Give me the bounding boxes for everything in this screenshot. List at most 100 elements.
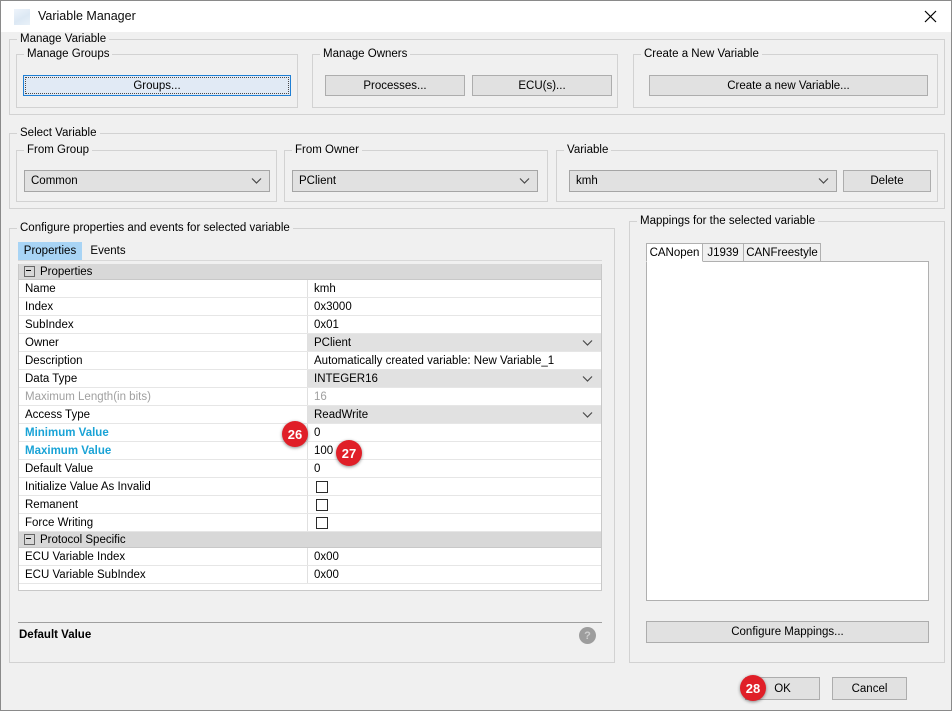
property-name: ECU Variable SubIndex	[19, 566, 308, 583]
mapping-tab-canopen[interactable]: CANopen	[646, 243, 703, 262]
property-value: 0x3000	[314, 301, 352, 313]
property-name: ECU Variable Index	[19, 548, 308, 565]
property-row[interactable]: Index0x3000	[19, 298, 601, 316]
property-value-cell[interactable]: 0	[308, 424, 601, 441]
property-value-cell[interactable]: 0x3000	[308, 298, 601, 315]
tab-events[interactable]: Events	[82, 242, 134, 260]
collapse-minus-icon[interactable]	[24, 534, 35, 545]
property-row[interactable]: Maximum Length(in bits)16	[19, 388, 601, 406]
variable-combo[interactable]: kmh	[569, 170, 837, 192]
close-icon[interactable]	[908, 1, 952, 31]
create-new-variable-button[interactable]: Create a new Variable...	[649, 75, 928, 96]
chevron-down-icon	[817, 175, 829, 187]
property-name: Maximum Value	[19, 442, 308, 459]
property-value: 0	[314, 427, 320, 439]
property-row[interactable]: Data TypeINTEGER16	[19, 370, 601, 388]
property-value-cell[interactable]: 0x00	[308, 548, 601, 565]
property-group-header[interactable]: Properties	[19, 264, 601, 280]
property-row[interactable]: Owner PClient	[19, 334, 601, 352]
mappings-content-panel	[646, 261, 929, 601]
property-row[interactable]: Initialize Value As Invalid	[19, 478, 601, 496]
checkbox-icon[interactable]	[316, 499, 328, 511]
mapping-tab-canfreestyle[interactable]: CANFreestyle	[743, 243, 821, 262]
properties-tabstrip: Properties Events	[18, 242, 602, 260]
title-bar: Variable Manager	[1, 1, 952, 32]
property-combo-cell[interactable]: PClient	[308, 334, 601, 351]
mapping-tab-j1939[interactable]: J1939	[702, 243, 744, 262]
property-grid[interactable]: Properties NamekmhIndex0x3000SubIndex0x01…	[18, 264, 602, 591]
property-name: Maximum Length(in bits)	[19, 388, 308, 405]
manage-groups-legend: Manage Groups	[24, 48, 112, 60]
property-value: ReadWrite	[314, 409, 368, 421]
property-row[interactable]: Access TypeReadWrite	[19, 406, 601, 424]
property-row[interactable]: DescriptionAutomatically created variabl…	[19, 352, 601, 370]
ecus-button[interactable]: ECU(s)...	[472, 75, 612, 96]
property-row[interactable]: SubIndex0x01	[19, 316, 601, 334]
property-group-label: Properties	[40, 266, 92, 278]
chevron-down-icon	[518, 175, 530, 187]
property-checkbox-cell[interactable]	[308, 514, 601, 531]
property-value-cell[interactable]: 0x00	[308, 566, 601, 583]
property-row[interactable]: Minimum Value 0	[19, 424, 601, 442]
checkbox-icon[interactable]	[316, 481, 328, 493]
property-value-cell[interactable]: 0x01	[308, 316, 601, 333]
help-icon[interactable]: ?	[579, 627, 596, 644]
property-row[interactable]: ECU Variable SubIndex 0x00	[19, 566, 601, 584]
description-title: Default Value	[19, 629, 91, 641]
configure-mappings-button[interactable]: Configure Mappings...	[646, 621, 929, 643]
collapse-minus-icon[interactable]	[24, 266, 35, 277]
property-name: Default Value	[19, 460, 308, 477]
from-group-value: Common	[25, 175, 78, 187]
annotation-badge-28: 28	[740, 675, 766, 701]
property-row[interactable]: Remanent	[19, 496, 601, 514]
from-owner-combo[interactable]: PClient	[292, 170, 538, 192]
property-group-header[interactable]: Protocol Specific	[19, 532, 601, 548]
mappings-legend: Mappings for the selected variable	[637, 215, 818, 227]
create-new-variable-legend: Create a New Variable	[641, 48, 762, 60]
property-value: 100	[314, 445, 333, 457]
property-value-cell[interactable]: kmh	[308, 280, 601, 297]
property-value-cell[interactable]: 16	[308, 388, 601, 405]
property-value: 0	[314, 463, 320, 475]
property-name: Minimum Value	[19, 424, 308, 441]
cancel-button[interactable]: Cancel	[832, 677, 907, 700]
chevron-down-icon[interactable]	[581, 337, 593, 349]
tab-properties[interactable]: Properties	[18, 242, 82, 260]
processes-button[interactable]: Processes...	[325, 75, 465, 96]
checkbox-icon[interactable]	[316, 517, 328, 529]
property-value: Automatically created variable: New Vari…	[314, 355, 554, 367]
variable-value: kmh	[570, 175, 598, 187]
property-name: Initialize Value As Invalid	[19, 478, 308, 495]
groups-button[interactable]: Groups...	[23, 75, 291, 96]
property-grid-empty-area	[19, 584, 601, 591]
manage-variable-legend: Manage Variable	[17, 33, 109, 45]
manage-owners-legend: Manage Owners	[320, 48, 410, 60]
annotation-badge-26: 26	[282, 421, 308, 447]
property-checkbox-cell[interactable]	[308, 478, 601, 495]
property-group-label: Protocol Specific	[40, 534, 126, 546]
property-row[interactable]: ECU Variable Index0x00	[19, 548, 601, 566]
property-value: PClient	[314, 337, 351, 349]
from-group-legend: From Group	[24, 144, 92, 156]
select-variable-legend: Select Variable	[17, 127, 100, 139]
property-checkbox-cell[interactable]	[308, 496, 601, 513]
variable-manager-window: Variable Manager Manage Variable Manage …	[0, 0, 952, 711]
property-name: Owner	[19, 334, 308, 351]
property-value: 0x01	[314, 319, 339, 331]
property-combo-cell[interactable]: ReadWrite	[308, 406, 601, 423]
app-icon	[14, 9, 30, 25]
property-value: kmh	[314, 283, 336, 295]
tab-label: Properties	[24, 245, 76, 257]
property-row[interactable]: Default Value 0	[19, 460, 601, 478]
property-value: 0x00	[314, 569, 339, 581]
delete-variable-button[interactable]: Delete	[843, 170, 931, 192]
from-group-combo[interactable]: Common	[24, 170, 270, 192]
property-row[interactable]: Namekmh	[19, 280, 601, 298]
property-value-cell[interactable]: Automatically created variable: New Vari…	[308, 352, 601, 369]
property-row[interactable]: Force Writing	[19, 514, 601, 532]
chevron-down-icon[interactable]	[581, 409, 593, 421]
property-combo-cell[interactable]: INTEGER16	[308, 370, 601, 387]
property-value: INTEGER16	[314, 373, 378, 385]
chevron-down-icon[interactable]	[581, 373, 593, 385]
property-row[interactable]: Maximum Value 100	[19, 442, 601, 460]
